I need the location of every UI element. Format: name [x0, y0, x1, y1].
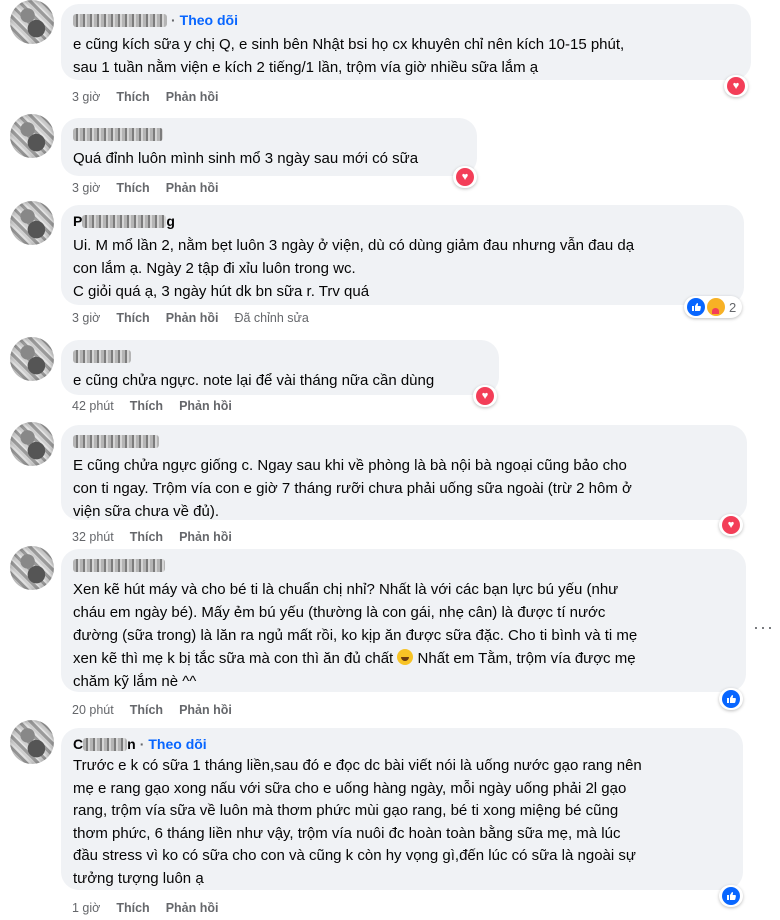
reply-button[interactable]: Phản hồi	[166, 89, 219, 105]
comment-actions: 32 phút Thích Phản hồi	[72, 529, 232, 545]
author-name[interactable]	[73, 435, 159, 448]
reaction-badge[interactable]: ♥	[453, 166, 477, 188]
comment-actions: 1 giờ Thích Phản hồi	[72, 900, 218, 916]
comment-actions: 3 giờ Thích Phản hồi Đã chỉnh sửa	[72, 310, 309, 326]
reply-button[interactable]: Phản hồi	[166, 180, 219, 196]
reaction-badge[interactable]	[719, 885, 743, 907]
comment-header: · Theo dõi	[73, 12, 739, 29]
reply-button[interactable]: Phản hồi	[166, 310, 219, 326]
avatar[interactable]	[10, 114, 54, 158]
comment-header: Cn · Theo dõi	[73, 736, 207, 753]
like-reaction-icon	[687, 298, 705, 316]
comment-text: e cũng chửa ngực. note lại để vài tháng …	[73, 372, 435, 389]
follow-link[interactable]: Theo dõi	[148, 736, 206, 753]
like-button[interactable]: Thích	[130, 702, 163, 718]
reply-button[interactable]: Phản hồi	[179, 702, 232, 718]
love-reaction-icon: ♥	[476, 387, 494, 405]
love-reaction-icon: ♥	[722, 516, 740, 534]
grinning-face-emoji	[397, 649, 414, 665]
reply-button[interactable]: Phản hồi	[179, 529, 232, 545]
separator-dot: ·	[171, 12, 176, 28]
avatar[interactable]	[10, 0, 54, 44]
comment-text: Xen kẽ hút máy và cho bé ti là chuẩn chị…	[73, 581, 638, 690]
reaction-badge[interactable]: ♥	[724, 75, 748, 97]
like-button[interactable]: Thích	[116, 900, 149, 916]
avatar[interactable]	[10, 337, 54, 381]
comment-bubble: · Theo dõi e cũng kích sữa y chị Q, e si…	[61, 4, 751, 80]
comment-header: Pg	[73, 213, 175, 229]
comment-bubble: Xen kẽ hút máy và cho bé ti là chuẩn chị…	[61, 549, 746, 692]
like-reaction-icon	[722, 690, 740, 708]
reaction-badge[interactable]: ♥	[719, 514, 743, 536]
reaction-count: 2	[729, 299, 737, 315]
comment-text: Trước e k có sữa 1 tháng liền,sau đó e đ…	[73, 757, 642, 887]
comment-bubble: e cũng chửa ngực. note lại để vài tháng …	[61, 340, 499, 395]
timestamp[interactable]: 32 phút	[72, 529, 114, 545]
timestamp[interactable]: 3 giờ	[72, 310, 100, 326]
timestamp[interactable]: 3 giờ	[72, 89, 100, 105]
separator-dot: ·	[139, 736, 145, 752]
comment-text: E cũng chửa ngực giống c. Ngay sau khi v…	[73, 457, 632, 520]
like-button[interactable]: Thích	[116, 180, 149, 196]
follow-link[interactable]: Theo dõi	[180, 12, 238, 29]
comment-actions: 3 giờ Thích Phản hồi	[72, 180, 218, 196]
like-button[interactable]: Thích	[116, 310, 149, 326]
avatar[interactable]	[10, 720, 54, 764]
timestamp[interactable]: 20 phút	[72, 702, 114, 718]
comment-text: Ui. M mổ lần 2, nằm bẹt luôn 3 ngày ở vi…	[73, 237, 635, 300]
like-button[interactable]: Thích	[116, 89, 149, 105]
timestamp[interactable]: 1 giờ	[72, 900, 100, 916]
comment-header	[73, 348, 487, 365]
comment-text: e cũng kích sữa y chị Q, e sinh bên Nhật…	[73, 36, 625, 76]
love-reaction-icon: ♥	[727, 77, 745, 95]
more-options-icon[interactable]: ···	[753, 617, 774, 638]
comment-actions: 3 giờ Thích Phản hồi	[72, 89, 218, 105]
comment-text: Quá đỉnh luôn mình sinh mổ 3 ngày sau mớ…	[73, 150, 419, 167]
comment-bubble: E cũng chửa ngực giống c. Ngay sau khi v…	[61, 425, 747, 520]
timestamp[interactable]: 3 giờ	[72, 180, 100, 196]
avatar[interactable]	[10, 546, 54, 590]
comment-header	[73, 126, 465, 143]
timestamp[interactable]: 42 phút	[72, 398, 114, 414]
comment-actions: 20 phút Thích Phản hồi	[72, 702, 232, 718]
author-name[interactable]	[73, 350, 131, 363]
comment-bubble: Cn · Theo dõi Trước e k có sữa 1 tháng l…	[61, 728, 743, 890]
comment-header	[73, 557, 734, 574]
like-reaction-icon	[722, 887, 740, 905]
author-name[interactable]	[82, 215, 167, 228]
reaction-badge[interactable]: 2	[684, 296, 743, 318]
reply-button[interactable]: Phản hồi	[179, 398, 232, 414]
comment-header	[73, 433, 735, 450]
author-name[interactable]	[73, 14, 167, 27]
comment-bubble: Quá đỉnh luôn mình sinh mổ 3 ngày sau mớ…	[61, 118, 477, 176]
reaction-badge[interactable]: ♥	[473, 385, 497, 407]
edited-label: Đã chỉnh sửa	[234, 311, 309, 325]
reaction-badge[interactable]	[719, 688, 743, 710]
avatar[interactable]	[10, 201, 54, 245]
reply-button[interactable]: Phản hồi	[166, 900, 219, 916]
like-button[interactable]: Thích	[130, 529, 163, 545]
comment-bubble: Pg Ui. M mổ lần 2, nằm bẹt luôn 3 ngày ở…	[61, 205, 744, 305]
love-reaction-icon: ♥	[456, 168, 474, 186]
author-name[interactable]	[83, 738, 128, 751]
avatar[interactable]	[10, 422, 54, 466]
author-name[interactable]	[73, 559, 165, 572]
author-name[interactable]	[73, 128, 163, 141]
like-button[interactable]: Thích	[130, 398, 163, 414]
comment-actions: 42 phút Thích Phản hồi	[72, 398, 232, 414]
care-reaction-icon	[707, 298, 725, 316]
